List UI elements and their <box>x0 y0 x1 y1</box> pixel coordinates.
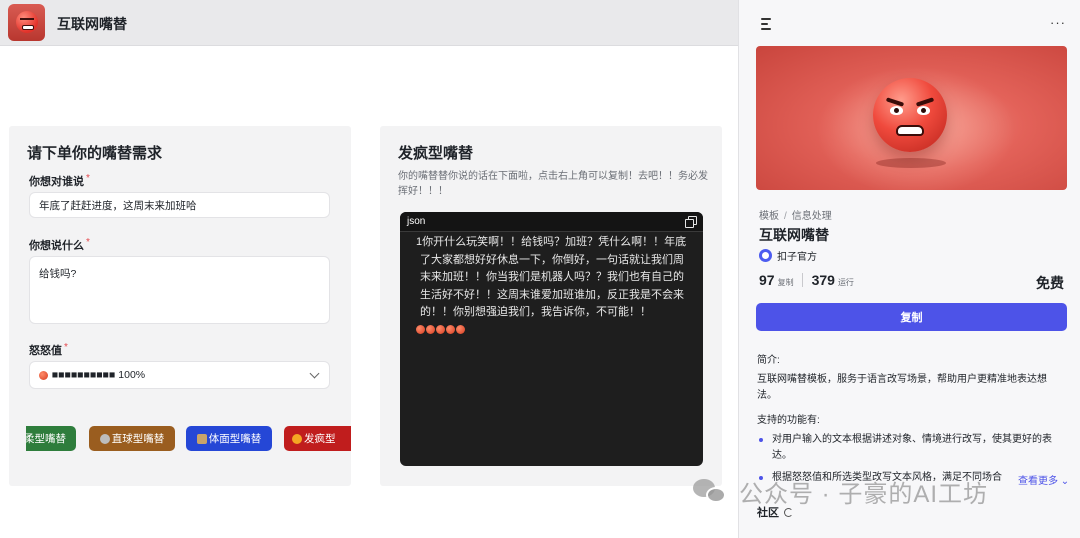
field-label-anger: 怒怒值 * <box>29 342 68 357</box>
content-textarea[interactable]: 给钱吗? <box>29 256 330 324</box>
features-label: 支持的功能有: <box>757 415 820 426</box>
building-icon <box>196 433 207 444</box>
ball-icon <box>99 433 110 444</box>
wechat-icon <box>693 477 727 507</box>
watermark: 公众号 · 子豪的AI工坊 <box>693 474 988 509</box>
breadcrumb: 模板 / 信息处理 <box>759 211 832 222</box>
direct-type-button[interactable]: 直球型嘴替 <box>89 426 175 451</box>
template-cover-image <box>756 46 1067 190</box>
decent-type-button[interactable]: 体面型嘴替 <box>186 426 272 451</box>
run-count: 379 <box>811 272 835 288</box>
rage-icon <box>292 433 302 444</box>
rage-emoji-icons <box>416 322 466 340</box>
author-info[interactable]: 扣子官方 <box>759 248 817 263</box>
anger-level-select[interactable]: ■■■■■■■■■■ 100% <box>29 361 330 389</box>
rage-face-icon <box>39 369 49 381</box>
intro-text: 互联网嘴替模板，服务于语言改写场景，帮助用户更精准地表达想法。 <box>757 374 1047 401</box>
gentle-type-button[interactable]: 柔型嘴替 <box>26 426 76 451</box>
result-text: 1你开什么玩笑啊！！给钱吗？加班？凭什么啊！！年底了大家都想好好休息一下，你倒好… <box>416 234 692 340</box>
output-description: 你的嘴替替你说的话在下面啦，点击右上角可以复制！去吧！！务必发挥好！！！ <box>398 171 708 197</box>
price-label: 免费 <box>1036 275 1064 291</box>
output-card-title: 发疯型嘴替 <box>398 145 474 162</box>
input-card: 请下单你的嘴替需求 你想对谁说 * 年底了赶赶进度，这周末来加班哈 你想说什么 * … <box>9 126 351 486</box>
crazy-type-button[interactable]: 发疯型 <box>284 426 351 451</box>
intro-label: 简介: <box>757 355 780 366</box>
app-logo-angry-face-icon <box>8 4 45 41</box>
copy-count: 97 <box>759 272 775 288</box>
code-header: json <box>400 212 703 232</box>
official-badge-icon <box>759 249 772 262</box>
template-title: 互联网嘴替 <box>759 227 829 243</box>
chevron-down-icon <box>309 368 320 378</box>
copy-icon[interactable] <box>685 216 697 228</box>
see-more-link[interactable]: 查看更多 ⌄ <box>1018 472 1069 487</box>
collapse-panel-icon[interactable] <box>761 18 775 30</box>
result-code-block: json 1你开什么玩笑啊！！给钱吗？加班？凭什么啊！！年底了大家都想好好休息一… <box>400 212 703 466</box>
more-options-icon[interactable]: ··· <box>1050 15 1066 30</box>
field-label-target: 你想对谁说 * <box>29 173 90 188</box>
breadcrumb-templates[interactable]: 模板 <box>759 211 779 222</box>
angry-face-icon <box>873 78 947 152</box>
top-bar: 互联网嘴替 <box>0 0 738 46</box>
template-detail-panel: ··· 模板 / 信息处理 互联网嘴替 扣子官方 97 复制 379 运行 免费 复制 … <box>738 0 1080 538</box>
app-title: 互联网嘴替 <box>57 16 127 32</box>
code-language-label: json <box>407 216 426 227</box>
author-name: 扣子官方 <box>777 252 817 263</box>
target-input[interactable]: 年底了赶赶进度，这周末来加班哈 <box>29 192 330 218</box>
type-button-row: 柔型嘴替 直球型嘴替 体面型嘴替 发疯型 <box>26 426 351 452</box>
field-label-content: 你想说什么 * <box>29 237 90 252</box>
output-card: 发疯型嘴替 你的嘴替替你说的话在下面啦，点击右上角可以复制！去吧！！务必发挥好！… <box>380 126 722 486</box>
list-item: 对用户输入的文本根据讲述对象、情境进行改写，使其更好的表达。 <box>757 432 1063 464</box>
duplicate-button[interactable]: 复制 <box>756 303 1067 331</box>
refresh-icon[interactable] <box>784 508 793 517</box>
input-card-title: 请下单你的嘴替需求 <box>27 145 163 162</box>
app-area: 互联网嘴替 请下单你的嘴替需求 你想对谁说 * 年底了赶赶进度，这周末来加班哈 你… <box>0 0 738 538</box>
breadcrumb-category[interactable]: 信息处理 <box>792 211 832 222</box>
usage-stats: 97 复制 379 运行 <box>759 272 854 288</box>
